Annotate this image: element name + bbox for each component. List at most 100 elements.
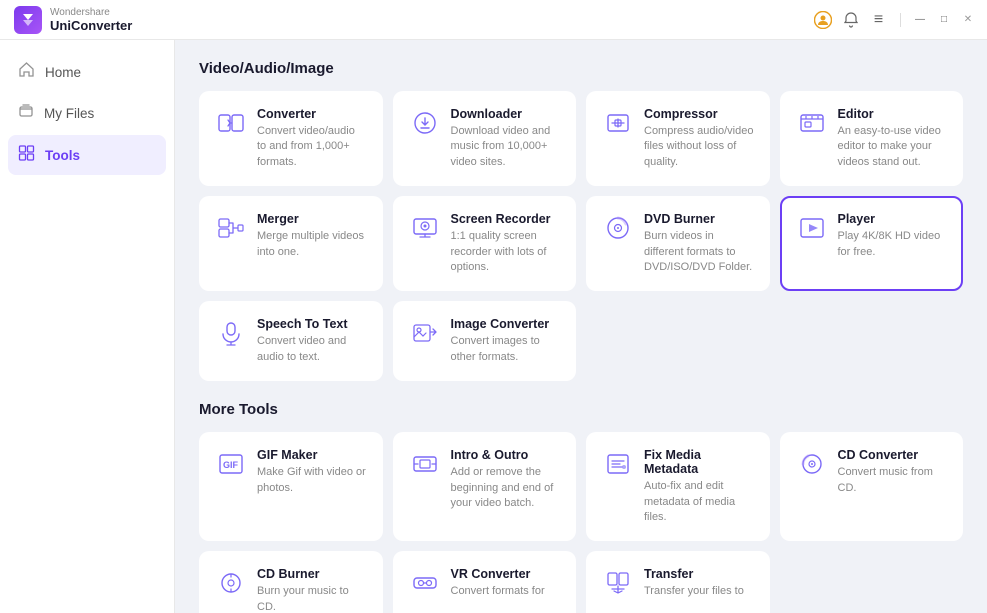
logo-icon — [14, 6, 42, 34]
dvd-burner-text: DVD Burner Burn videos in different form… — [644, 212, 754, 275]
downloader-icon — [409, 107, 441, 139]
tool-card-cd-burner[interactable]: CD Burner Burn your music to CD. — [199, 551, 383, 613]
cd-converter-title: CD Converter — [838, 448, 948, 462]
dvd-burner-desc: Burn videos in different formats to DVD/… — [644, 229, 754, 275]
fix-media-metadata-icon — [602, 448, 634, 480]
transfer-desc: Transfer your files to — [644, 584, 754, 599]
tool-card-screen-recorder[interactable]: Screen Recorder 1:1 quality screen recor… — [393, 196, 577, 291]
title-bar: Wondershare UniConverter ≡ — □ ✕ — [0, 0, 987, 40]
myfiles-icon — [18, 103, 34, 124]
title-bar-actions: ≡ — □ ✕ — [814, 11, 975, 29]
image-converter-desc: Convert images to other formats. — [451, 334, 561, 365]
intro-outro-desc: Add or remove the beginning and end of y… — [451, 465, 561, 511]
cd-converter-text: CD Converter Convert music from CD. — [838, 448, 948, 496]
player-icon — [796, 212, 828, 244]
intro-outro-title: Intro & Outro — [451, 448, 561, 462]
tool-card-gif-maker[interactable]: GIF GIF Maker Make Gif with video or pho… — [199, 432, 383, 541]
vr-converter-icon — [409, 567, 441, 599]
speech-to-text-icon — [215, 317, 247, 349]
image-converter-text: Image Converter Convert images to other … — [451, 317, 561, 365]
tool-card-intro-outro[interactable]: Intro & Outro Add or remove the beginnin… — [393, 432, 577, 541]
converter-title: Converter — [257, 107, 367, 121]
player-text: Player Play 4K/8K HD video for free. — [838, 212, 948, 260]
sidebar: Home My Files Tools — [0, 40, 175, 613]
screen-recorder-desc: 1:1 quality screen recorder with lots of… — [451, 229, 561, 275]
intro-outro-icon — [409, 448, 441, 480]
fix-media-metadata-title: Fix Media Metadata — [644, 448, 754, 476]
editor-title: Editor — [838, 107, 948, 121]
sidebar-item-myfiles-label: My Files — [44, 106, 94, 121]
tool-card-compressor[interactable]: Compressor Compress audio/video files wi… — [586, 91, 770, 186]
cd-converter-desc: Convert music from CD. — [838, 465, 948, 496]
tool-card-fix-media-metadata[interactable]: Fix Media Metadata Auto-fix and edit met… — [586, 432, 770, 541]
vr-converter-desc: Convert formats for — [451, 584, 561, 599]
minimize-button[interactable]: — — [913, 13, 927, 27]
sidebar-item-tools-label: Tools — [45, 148, 80, 163]
speech-to-text-title: Speech To Text — [257, 317, 367, 331]
main-content: Video/Audio/Image Converter Convert vide… — [175, 40, 987, 613]
sidebar-item-home-label: Home — [45, 65, 81, 80]
intro-outro-text: Intro & Outro Add or remove the beginnin… — [451, 448, 561, 511]
sidebar-item-myfiles[interactable]: My Files — [0, 94, 174, 133]
tools-icon — [18, 144, 35, 166]
editor-text: Editor An easy-to-use video editor to ma… — [838, 107, 948, 170]
sidebar-item-home[interactable]: Home — [0, 52, 174, 92]
tool-card-dvd-burner[interactable]: DVD Burner Burn videos in different form… — [586, 196, 770, 291]
tool-card-cd-converter[interactable]: CD Converter Convert music from CD. — [780, 432, 964, 541]
merger-title: Merger — [257, 212, 367, 226]
more-tools-grid: GIF GIF Maker Make Gif with video or pho… — [199, 432, 963, 613]
dvd-burner-icon — [602, 212, 634, 244]
tool-card-image-converter[interactable]: Image Converter Convert images to other … — [393, 301, 577, 381]
tool-card-transfer[interactable]: Transfer Transfer your files to — [586, 551, 770, 613]
tool-card-player[interactable]: Player Play 4K/8K HD video for free. — [780, 196, 964, 291]
section2-title: More Tools — [199, 401, 963, 418]
player-desc: Play 4K/8K HD video for free. — [838, 229, 948, 260]
avatar-icon[interactable] — [814, 11, 832, 29]
logo-text: Wondershare UniConverter — [50, 7, 132, 33]
cd-burner-icon — [215, 567, 247, 599]
image-converter-icon — [409, 317, 441, 349]
compressor-icon — [602, 107, 634, 139]
tool-card-converter[interactable]: Converter Convert video/audio to and fro… — [199, 91, 383, 186]
speech-to-text-desc: Convert video and audio to text. — [257, 334, 367, 365]
notification-icon[interactable] — [842, 11, 860, 29]
transfer-text: Transfer Transfer your files to — [644, 567, 754, 599]
sidebar-item-tools[interactable]: Tools — [8, 135, 166, 175]
app-body: Home My Files Tools Video/Audio/Image — [0, 40, 987, 613]
menu-icon[interactable]: ≡ — [870, 11, 888, 29]
downloader-text: Downloader Download video and music from… — [451, 107, 561, 170]
cd-burner-desc: Burn your music to CD. — [257, 584, 367, 613]
converter-icon — [215, 107, 247, 139]
tool-card-downloader[interactable]: Downloader Download video and music from… — [393, 91, 577, 186]
vr-converter-title: VR Converter — [451, 567, 561, 581]
maximize-button[interactable]: □ — [937, 13, 951, 27]
gif-maker-desc: Make Gif with video or photos. — [257, 465, 367, 496]
tool-card-speech-to-text[interactable]: Speech To Text Convert video and audio t… — [199, 301, 383, 381]
fix-media-metadata-desc: Auto-fix and edit metadata of media file… — [644, 479, 754, 525]
speech-to-text-text: Speech To Text Convert video and audio t… — [257, 317, 367, 365]
compressor-title: Compressor — [644, 107, 754, 121]
gif-maker-icon: GIF — [215, 448, 247, 480]
screen-recorder-icon — [409, 212, 441, 244]
downloader-title: Downloader — [451, 107, 561, 121]
svg-text:GIF: GIF — [223, 460, 239, 470]
merger-desc: Merge multiple videos into one. — [257, 229, 367, 260]
merger-text: Merger Merge multiple videos into one. — [257, 212, 367, 260]
tool-card-merger[interactable]: Merger Merge multiple videos into one. — [199, 196, 383, 291]
tool-card-vr-converter[interactable]: VR Converter Convert formats for — [393, 551, 577, 613]
compressor-text: Compressor Compress audio/video files wi… — [644, 107, 754, 170]
transfer-title: Transfer — [644, 567, 754, 581]
player-title: Player — [838, 212, 948, 226]
merger-icon — [215, 212, 247, 244]
screen-recorder-title: Screen Recorder — [451, 212, 561, 226]
gif-maker-title: GIF Maker — [257, 448, 367, 462]
section1-title: Video/Audio/Image — [199, 60, 963, 77]
transfer-icon — [602, 567, 634, 599]
dvd-burner-title: DVD Burner — [644, 212, 754, 226]
converter-text: Converter Convert video/audio to and fro… — [257, 107, 367, 170]
close-button[interactable]: ✕ — [961, 13, 975, 27]
gif-maker-text: GIF Maker Make Gif with video or photos. — [257, 448, 367, 496]
tool-card-editor[interactable]: Editor An easy-to-use video editor to ma… — [780, 91, 964, 186]
home-icon — [18, 61, 35, 83]
screen-recorder-text: Screen Recorder 1:1 quality screen recor… — [451, 212, 561, 275]
